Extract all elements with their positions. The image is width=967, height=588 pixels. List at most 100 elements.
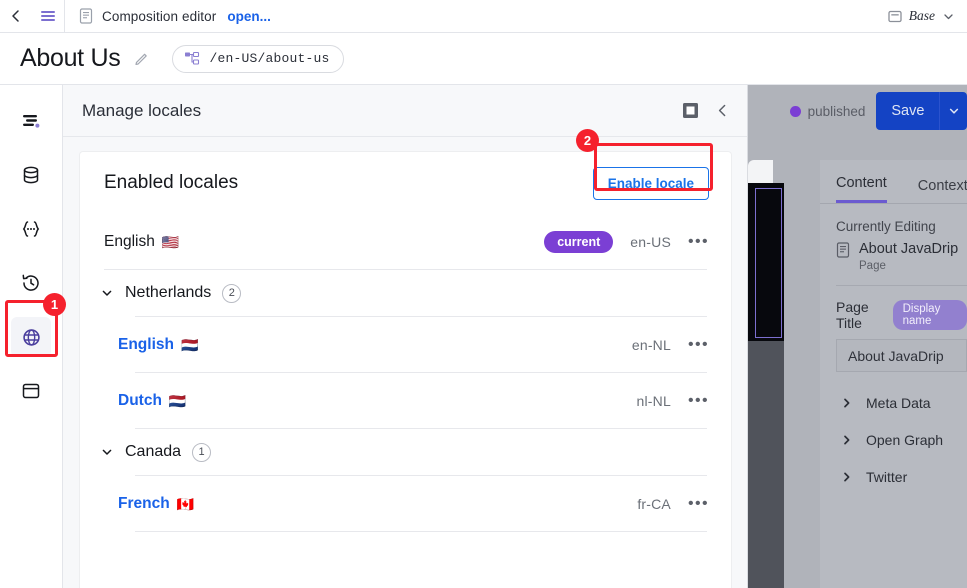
annotation-marker-1: 1: [43, 293, 66, 316]
toolbar-divider: [64, 0, 65, 33]
chevron-down-icon: [100, 445, 114, 459]
page-title: About Us: [20, 44, 121, 72]
database-icon: [20, 164, 42, 186]
pencil-icon[interactable]: [133, 50, 150, 67]
accordion-meta-data[interactable]: Meta Data: [820, 384, 967, 421]
base-label: Base: [908, 8, 935, 23]
sidebar-item-locales[interactable]: [11, 317, 51, 357]
flag-icon-ca: 🇨🇦: [176, 495, 195, 512]
menu-button[interactable]: [32, 0, 64, 32]
layers-icon: [20, 110, 42, 132]
page-title-label: Page Title: [836, 299, 869, 331]
more-options-icon[interactable]: •••: [688, 392, 709, 408]
sidebar-item-content[interactable]: [11, 155, 51, 195]
sidebar-item-structure[interactable]: [11, 101, 51, 141]
enabled-locales-header: Enabled locales Enable locale: [80, 152, 731, 214]
status-badge: current: [544, 230, 614, 253]
display-name-chip: Display name: [892, 300, 967, 330]
locale-row-meta: current en-US •••: [544, 230, 709, 253]
locale-group-netherlands[interactable]: Netherlands 2: [80, 270, 731, 316]
sidebar-item-preview[interactable]: [11, 371, 51, 411]
page-title-input[interactable]: About JavaDrip: [836, 339, 967, 372]
locale-code: en-US: [630, 233, 671, 250]
locale-row[interactable]: French 🇨🇦 fr-CA •••: [111, 476, 731, 531]
page-title-field-header: Page Title Display name: [820, 286, 967, 331]
open-link[interactable]: open...: [227, 9, 271, 24]
tab-content[interactable]: Content: [836, 175, 887, 203]
top-bar-right: Base: [888, 8, 967, 24]
more-options-icon[interactable]: •••: [688, 233, 709, 249]
locale-code: en-NL: [631, 336, 671, 353]
sidebar-item-variables[interactable]: [11, 209, 51, 249]
left-rail: [0, 85, 63, 588]
save-button[interactable]: Save: [876, 103, 939, 119]
document-icon: [79, 8, 93, 24]
panel-header: Manage locales: [63, 85, 747, 137]
panel-toggle-icon[interactable]: [682, 102, 699, 119]
locale-row[interactable]: Dutch 🇳🇱 nl-NL •••: [111, 373, 731, 428]
currently-editing-item[interactable]: About JavaDrip Page: [820, 240, 967, 272]
collapse-panel-icon[interactable]: [715, 103, 730, 118]
braces-icon: [19, 218, 43, 240]
window-icon: [20, 380, 42, 402]
accordion-open-graph[interactable]: Open Graph: [820, 421, 967, 458]
chevron-right-icon: [840, 433, 854, 447]
more-options-icon[interactable]: •••: [688, 336, 709, 352]
tab-context[interactable]: Context: [918, 178, 967, 203]
locale-label: English: [118, 335, 174, 353]
locale-row-meta: fr-CA •••: [637, 495, 709, 512]
document-icon: [836, 240, 850, 259]
app-root: Composition editor open... Base About Us: [0, 0, 967, 588]
group-count: 2: [222, 283, 242, 303]
group-name: Netherlands: [125, 284, 212, 301]
right-panel-card: Content Context Currently Editing About …: [820, 160, 967, 588]
locale-row[interactable]: English 🇳🇱 en-NL •••: [111, 317, 731, 372]
globe-icon: [20, 326, 43, 349]
history-icon: [20, 272, 42, 294]
locale-label: French: [118, 494, 170, 512]
locale-label: Dutch: [118, 391, 162, 409]
locale-name[interactable]: Dutch 🇳🇱: [118, 392, 186, 410]
chevron-down-icon: [100, 286, 114, 300]
chevron-left-icon: [9, 9, 23, 23]
locale-row-primary[interactable]: English 🇺🇸 current en-US •••: [80, 214, 731, 269]
locale-code: nl-NL: [636, 392, 671, 409]
divider: [135, 531, 707, 532]
flag-icon-us: 🇺🇸: [161, 233, 180, 250]
flag-icon-nl: 🇳🇱: [180, 336, 199, 353]
enabled-locales-title: Enabled locales: [104, 172, 239, 193]
save-dropdown-button[interactable]: [940, 104, 967, 118]
published-status-dot: [790, 105, 801, 117]
enable-locale-button[interactable]: Enable locale: [592, 166, 709, 200]
back-button[interactable]: [0, 0, 32, 32]
document-subtitle: Page: [859, 260, 886, 272]
locale-name[interactable]: French 🇨🇦: [118, 495, 194, 513]
sitemap-icon: [184, 51, 200, 66]
chevron-down-icon[interactable]: [942, 10, 955, 23]
url-pill[interactable]: /en-US/about-us: [172, 44, 345, 73]
group-count: 1: [192, 442, 212, 462]
currently-editing-text: About JavaDrip Page: [859, 240, 958, 272]
manage-locales-panel: Manage locales Enabled locales Enable lo…: [63, 85, 748, 588]
right-panel: published Save Content Context Currently…: [784, 85, 967, 588]
accordion-twitter[interactable]: Twitter: [820, 458, 967, 495]
accordion-label: Meta Data: [866, 394, 931, 411]
flag-icon-nl: 🇳🇱: [168, 392, 187, 409]
locale-group-canada[interactable]: Canada 1: [80, 429, 731, 475]
locale-row-meta: nl-NL •••: [636, 392, 709, 409]
page-header: About Us /en-US/about-us: [0, 33, 967, 85]
composition-editor-title: Composition editor: [102, 8, 217, 24]
hamburger-menu-icon: [39, 9, 57, 23]
preview-selection-outline: [755, 188, 782, 338]
locale-name[interactable]: English 🇳🇱: [118, 336, 198, 354]
currently-editing-label: Currently Editing: [836, 219, 936, 234]
chevron-right-icon: [840, 470, 854, 484]
accordion-label: Open Graph: [866, 431, 944, 448]
more-options-icon[interactable]: •••: [688, 495, 709, 511]
url-text: /en-US/about-us: [209, 51, 330, 66]
right-panel-tabs: Content Context: [820, 160, 967, 204]
save-button-group: Save: [876, 92, 967, 130]
locale-code: fr-CA: [637, 495, 671, 512]
document-title: About JavaDrip: [859, 241, 959, 257]
published-status-label: published: [807, 103, 866, 119]
